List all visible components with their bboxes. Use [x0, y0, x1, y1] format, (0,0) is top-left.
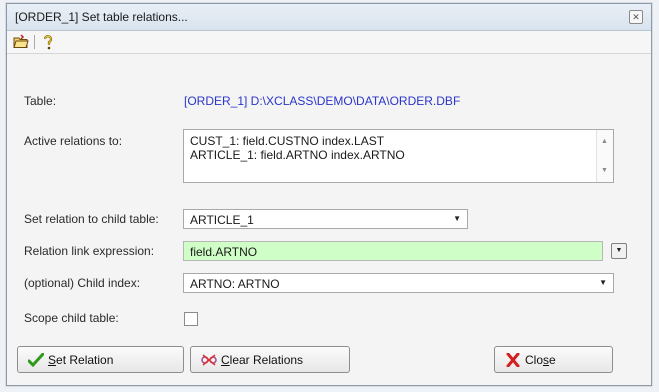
close-window-button[interactable]: ✕	[629, 10, 643, 24]
help-icon[interactable]	[40, 34, 56, 50]
scroll-down-icon[interactable]: ▼	[601, 167, 608, 174]
active-relations-label: Active relations to:	[24, 134, 123, 148]
dialog-window: [ORDER_1] Set table relations... ✕ Table…	[6, 3, 652, 386]
link-expression-input[interactable]: field.ARTNO	[183, 241, 603, 261]
chevron-down-icon: ▼	[453, 214, 461, 223]
table-path: [ORDER_1] D:\XCLASS\DEMO\DATA\ORDER.DBF	[184, 94, 461, 108]
set-relation-label: Set Relation	[48, 353, 114, 367]
window-title: [ORDER_1] Set table relations...	[15, 10, 188, 24]
table-label: Table:	[24, 94, 57, 108]
folder-open-icon[interactable]	[13, 34, 29, 50]
close-button[interactable]: Close	[494, 346, 613, 373]
child-table-select[interactable]: ARTICLE_1 ▼	[183, 209, 468, 229]
relation-line: ARTICLE_1: field.ARTNO index.ARTNO	[190, 148, 405, 162]
close-x-icon	[505, 352, 521, 368]
relation-line: CUST_1: field.CUSTNO index.LAST	[190, 134, 385, 148]
child-table-label: Set relation to child table:	[24, 212, 159, 226]
checkmark-icon	[27, 352, 45, 368]
link-expression-label: Relation link expression:	[24, 244, 155, 258]
clear-relations-label: Clear Relations	[221, 353, 304, 367]
child-table-value: ARTICLE_1	[190, 213, 254, 227]
toolbar-separator	[34, 35, 35, 49]
link-expression-value: field.ARTNO	[190, 245, 258, 259]
clear-relations-button[interactable]: Clear Relations	[190, 346, 350, 373]
scroll-up-icon[interactable]: ▲	[601, 138, 608, 145]
active-relations-list[interactable]: CUST_1: field.CUSTNO index.LAST ARTICLE_…	[183, 129, 614, 183]
scope-checkbox[interactable]	[184, 312, 198, 326]
scope-label: Scope child table:	[24, 311, 119, 325]
child-index-select[interactable]: ARTNO: ARTNO ▼	[183, 273, 614, 293]
toolbar	[7, 31, 651, 54]
child-index-value: ARTNO: ARTNO	[190, 277, 280, 291]
chevron-down-icon: ▼	[599, 278, 607, 287]
clear-relations-icon	[201, 353, 217, 367]
form-area: Table: [ORDER_1] D:\XCLASS\DEMO\DATA\ORD…	[7, 54, 651, 385]
expression-builder-button[interactable]: ▼	[611, 243, 627, 259]
title-bar[interactable]: [ORDER_1] Set table relations... ✕	[7, 4, 651, 31]
set-relation-button[interactable]: Set Relation	[17, 346, 184, 373]
relations-scrollbar[interactable]: ▲ ▼	[596, 130, 613, 182]
child-index-label: (optional) Child index:	[24, 276, 141, 290]
close-label: Close	[525, 353, 556, 367]
